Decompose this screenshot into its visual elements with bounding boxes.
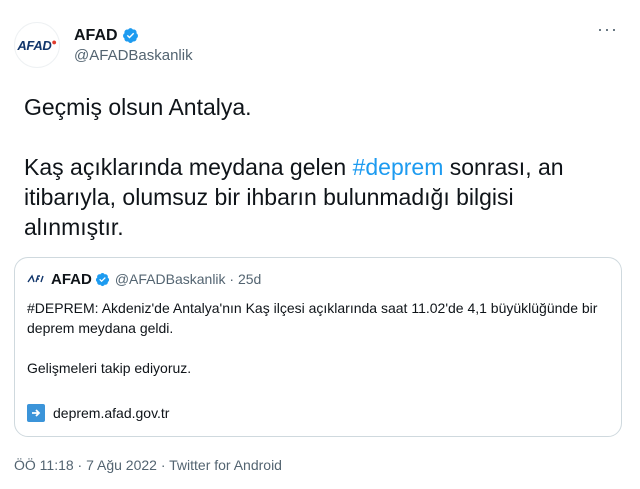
- afad-logo-icon: AFAD●: [17, 37, 57, 53]
- verified-badge-icon: [122, 28, 138, 43]
- quoted-link-text[interactable]: deprem.afad.gov.tr: [53, 405, 169, 421]
- quoted-text-1: #DEPREM: Akdeniz'de Antalya'nın Kaş ilçe…: [27, 300, 598, 336]
- quoted-handle-time: @AFADBaskanlik · 25d: [114, 271, 262, 287]
- quoted-verified-badge-icon: [95, 272, 109, 286]
- arrow-right-icon: [27, 404, 45, 422]
- tweet-timestamp[interactable]: ÖÖ 11:18 · 7 Ağu 2022 · Twitter for Andr…: [14, 457, 282, 473]
- tweet-line-2: Kaş açıklarında meydana gelen #deprem so…: [24, 152, 614, 242]
- author-handle[interactable]: @AFADBaskanlik: [74, 47, 193, 64]
- tweet-line-1: Geçmiş olsun Antalya.: [24, 94, 252, 120]
- tweet-text: Geçmiş olsun Antalya. Kaş açıklarında me…: [24, 92, 614, 242]
- tweet-card: AFAD● AFAD @AFADBaskanlik ··· Geçmiş ols…: [0, 0, 640, 489]
- quoted-display-name: AFAD: [51, 270, 92, 288]
- author-names: AFAD @AFADBaskanlik: [74, 27, 193, 64]
- tweet-text-pre: Kaş açıklarında meydana gelen: [24, 154, 353, 180]
- quoted-avatar: [27, 270, 45, 288]
- quoted-text: #DEPREM: Akdeniz'de Antalya'nın Kaş ilçe…: [27, 298, 607, 378]
- quoted-link[interactable]: deprem.afad.gov.tr: [27, 404, 169, 422]
- tweet-header: AFAD● AFAD @AFADBaskanlik: [14, 20, 193, 70]
- quoted-tweet[interactable]: AFAD @AFADBaskanlik · 25d #DEPREM: Akden…: [14, 257, 622, 437]
- quoted-text-2: Gelişmeleri takip ediyoruz.: [27, 360, 192, 376]
- author-display-name[interactable]: AFAD: [74, 27, 118, 45]
- name-row: AFAD: [74, 27, 193, 45]
- avatar[interactable]: AFAD●: [14, 22, 60, 68]
- afad-mini-logo-icon: [27, 274, 44, 283]
- quoted-header: AFAD @AFADBaskanlik · 25d: [27, 270, 261, 288]
- hashtag-link[interactable]: #deprem: [353, 154, 444, 180]
- more-options-icon[interactable]: ···: [597, 20, 618, 38]
